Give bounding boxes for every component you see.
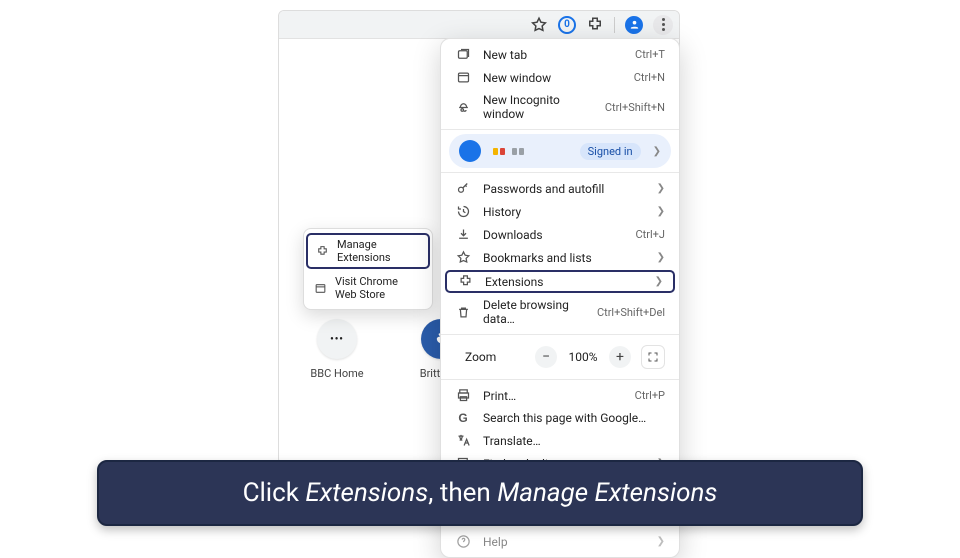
google-icon: G (455, 411, 471, 425)
new-window-icon (455, 70, 471, 85)
menu-item-print[interactable]: Print… Ctrl+P (441, 384, 679, 407)
menu-item-label: Downloads (483, 228, 624, 242)
puzzle-icon (457, 274, 473, 289)
star-icon (455, 250, 471, 265)
toolbar-divider (614, 17, 615, 33)
profile-avatar[interactable] (625, 16, 643, 34)
menu-item-shortcut: Ctrl+T (635, 48, 665, 61)
menu-item-downloads[interactable]: Downloads Ctrl+J (441, 223, 679, 246)
trash-icon (455, 305, 471, 320)
history-icon (455, 204, 471, 219)
menu-item-shortcut: Ctrl+Shift+N (605, 101, 665, 114)
extensions-submenu: Manage Extensions Visit Chrome Web Store (303, 228, 433, 310)
chevron-right-icon: ❯ (657, 252, 665, 263)
menu-item-passwords[interactable]: Passwords and autofill ❯ (441, 177, 679, 200)
menu-item-help[interactable]: Help ❯ (441, 530, 679, 553)
translate-icon (455, 433, 471, 448)
caption-em-1: Extensions (305, 478, 428, 508)
shortcut-bbc[interactable]: ••• BBC Home (309, 319, 365, 380)
menu-item-shortcut: Ctrl+Shift+Del (597, 306, 665, 319)
download-icon (455, 227, 471, 242)
chevron-right-icon: ❯ (657, 206, 665, 217)
extensions-icon[interactable] (586, 16, 604, 34)
zoom-value: 100% (567, 350, 599, 364)
menu-item-label: New window (483, 71, 622, 85)
menu-separator (441, 129, 679, 130)
menu-item-bookmarks[interactable]: Bookmarks and lists ❯ (441, 246, 679, 269)
fullscreen-button[interactable] (641, 345, 665, 369)
menu-item-label: Search this page with Google… (483, 411, 665, 425)
menu-item-search-page[interactable]: G Search this page with Google… (441, 407, 679, 429)
more-icon[interactable] (653, 15, 673, 35)
menu-item-extensions[interactable]: Extensions ❯ (445, 270, 675, 293)
browser-toolbar: 0 (279, 11, 679, 39)
menu-item-label: Delete browsing data… (483, 298, 585, 326)
menu-item-shortcut: Ctrl+P (635, 389, 665, 402)
account-status: Signed in (580, 143, 641, 160)
menu-item-new-window[interactable]: New window Ctrl+N (441, 66, 679, 89)
incognito-icon (455, 100, 471, 115)
shortcut-label: BBC Home (310, 367, 363, 380)
chevron-right-icon: ❯ (657, 183, 665, 194)
puzzle-icon (316, 245, 329, 258)
menu-item-history[interactable]: History ❯ (441, 200, 679, 223)
zoom-label: Zoom (465, 350, 525, 364)
menu-item-new-tab[interactable]: New tab Ctrl+T (441, 43, 679, 66)
menu-item-manage-extensions[interactable]: Manage Extensions (306, 233, 430, 269)
menu-item-chrome-web-store[interactable]: Visit Chrome Web Store (304, 270, 432, 306)
menu-item-label: New tab (483, 48, 623, 62)
menu-item-zoom: Zoom − 100% + (441, 339, 679, 375)
account-name-redacted (493, 148, 524, 155)
menu-item-label: Help (483, 535, 645, 549)
help-icon (455, 534, 471, 549)
menu-item-translate[interactable]: Translate… (441, 429, 679, 452)
menu-item-account[interactable]: Signed in ❯ (449, 134, 671, 168)
menu-item-label: Bookmarks and lists (483, 251, 645, 265)
chevron-right-icon: ❯ (655, 276, 663, 287)
chevron-right-icon: ❯ (657, 536, 665, 547)
key-icon (455, 181, 471, 196)
menu-item-shortcut: Ctrl+J (636, 228, 665, 241)
menu-item-label: Visit Chrome Web Store (335, 275, 422, 301)
star-icon[interactable] (530, 16, 548, 34)
caption-text: Click (243, 478, 306, 508)
menu-separator (441, 379, 679, 380)
caption-em-2: Manage Extensions (497, 478, 717, 508)
menu-item-label: Print… (483, 389, 623, 403)
chevron-right-icon: ❯ (653, 146, 661, 157)
zoom-in-button[interactable]: + (609, 346, 631, 368)
new-tab-icon (455, 47, 471, 62)
caption-text: , then (428, 478, 497, 508)
menu-item-label: Translate… (483, 434, 665, 448)
menu-item-label: Manage Extensions (337, 238, 420, 264)
menu-item-label: Extensions (485, 275, 643, 289)
print-icon (455, 388, 471, 403)
account-avatar (459, 140, 481, 162)
onepassword-icon[interactable]: 0 (558, 16, 576, 34)
menu-item-incognito[interactable]: New Incognito window Ctrl+Shift+N (441, 89, 679, 125)
menu-item-delete-browsing-data[interactable]: Delete browsing data… Ctrl+Shift+Del (441, 294, 679, 330)
webstore-icon (314, 282, 327, 295)
menu-separator (441, 334, 679, 335)
menu-separator (441, 172, 679, 173)
menu-item-label: History (483, 205, 645, 219)
menu-item-label: Passwords and autofill (483, 182, 645, 196)
menu-item-shortcut: Ctrl+N (634, 71, 665, 84)
zoom-out-button[interactable]: − (535, 346, 557, 368)
instruction-caption: Click Extensions, then Manage Extensions (97, 460, 863, 526)
menu-item-label: New Incognito window (483, 93, 593, 121)
